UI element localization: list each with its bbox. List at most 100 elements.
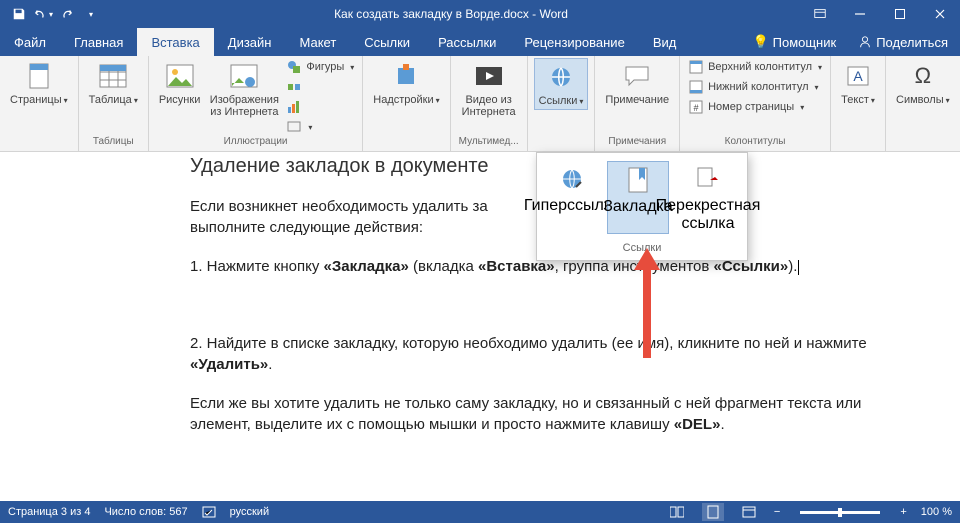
maximize-icon[interactable]: [880, 0, 920, 28]
chart-button[interactable]: [284, 98, 356, 116]
page-icon: [23, 60, 55, 92]
hyperlink-button[interactable]: Гиперссылка: [541, 161, 603, 234]
illus-small-buttons: Фигуры▾ ▾: [284, 58, 356, 136]
links-dropdown-label: Ссылки: [537, 238, 747, 260]
group-media: Видео из Интернета Мультимед...: [451, 56, 528, 151]
web-layout-icon[interactable]: [738, 503, 760, 521]
omega-icon: Ω: [907, 60, 939, 92]
tab-layout[interactable]: Макет: [285, 28, 350, 56]
group-media-label: Мультимед...: [457, 136, 521, 149]
qat-customize-icon[interactable]: ▾: [80, 3, 102, 25]
share-label: Поделиться: [876, 35, 948, 50]
pages-button[interactable]: Страницы▾: [6, 58, 72, 108]
header-icon: [688, 59, 704, 75]
bookmark-icon: [622, 164, 654, 196]
video-icon: [473, 60, 505, 92]
tell-me-label: Помощник: [773, 35, 837, 50]
pictures-label: Рисунки: [159, 94, 201, 106]
tab-references[interactable]: Ссылки: [350, 28, 424, 56]
zoom-slider[interactable]: [800, 511, 880, 514]
online-pictures-label: Изображения из Интернета: [210, 94, 279, 118]
ribbon: Страницы▾ Таблица▾ Таблицы Рисунки Изобр…: [0, 56, 960, 152]
save-icon[interactable]: [8, 3, 30, 25]
shapes-label: Фигуры: [306, 61, 344, 73]
shapes-button[interactable]: Фигуры▾: [284, 58, 356, 76]
page-content: Удаление закладок в документе Если возни…: [0, 152, 960, 435]
footer-icon: [688, 79, 704, 95]
spellcheck-icon[interactable]: [202, 505, 216, 519]
table-icon: [97, 60, 129, 92]
share-button[interactable]: Поделиться: [846, 35, 960, 50]
group-links: Ссылки▾: [528, 56, 596, 151]
tab-view[interactable]: Вид: [639, 28, 691, 56]
close-icon[interactable]: [920, 0, 960, 28]
comment-label: Примечание: [605, 94, 669, 106]
svg-text:A: A: [853, 68, 863, 84]
tab-insert[interactable]: Вставка: [137, 28, 213, 56]
link-icon: [545, 61, 577, 93]
comment-icon: [621, 60, 653, 92]
zoom-in-icon[interactable]: +: [900, 506, 906, 518]
smartart-button[interactable]: [284, 78, 356, 96]
screenshot-button[interactable]: ▾: [284, 118, 356, 136]
doc-para-4: Если же вы хотите удалить не только саму…: [190, 393, 900, 435]
group-text: A Текст▾: [831, 56, 886, 151]
table-button[interactable]: Таблица▾: [85, 58, 142, 108]
symbols-button[interactable]: Ω Символы▾: [892, 58, 954, 108]
table-label: Таблица: [89, 94, 132, 106]
titlebar: ▾ ▾ Как создать закладку в Ворде.docx - …: [0, 0, 960, 28]
online-pictures-button[interactable]: Изображения из Интернета: [208, 58, 280, 120]
shapes-icon: [286, 59, 302, 75]
addins-icon: [390, 60, 422, 92]
header-label: Верхний колонтитул: [708, 61, 812, 73]
crossref-label: Перекрестная ссылка: [656, 197, 761, 232]
links-label: Ссылки: [539, 95, 578, 107]
smartart-icon: [286, 79, 302, 95]
crossref-button[interactable]: Перекрестная ссылка: [673, 161, 743, 234]
pagenum-icon: #: [688, 99, 704, 115]
tab-review[interactable]: Рецензирование: [510, 28, 638, 56]
print-layout-icon[interactable]: [702, 503, 724, 521]
zoom-level[interactable]: 100 %: [921, 506, 952, 518]
links-button[interactable]: Ссылки▾: [534, 58, 589, 110]
status-page[interactable]: Страница 3 из 4: [8, 506, 90, 518]
chart-icon: [286, 99, 302, 115]
status-words[interactable]: Число слов: 567: [104, 506, 187, 518]
tab-file[interactable]: Файл: [0, 28, 60, 56]
group-pages-label: [6, 136, 72, 149]
ribbon-options-icon[interactable]: [800, 0, 840, 28]
group-symbols: Ω Символы▾: [886, 56, 960, 151]
comment-button[interactable]: Примечание: [601, 58, 673, 108]
tab-design[interactable]: Дизайн: [214, 28, 286, 56]
online-video-button[interactable]: Видео из Интернета: [457, 58, 521, 120]
textbox-button[interactable]: A Текст▾: [837, 58, 879, 108]
tab-home[interactable]: Главная: [60, 28, 137, 56]
quick-access-toolbar: ▾ ▾: [0, 3, 102, 25]
redo-icon[interactable]: [56, 3, 78, 25]
group-illustrations: Рисунки Изображения из Интернета Фигуры▾…: [149, 56, 363, 151]
status-bar: Страница 3 из 4 Число слов: 567 русский …: [0, 501, 960, 523]
page-number-button[interactable]: #Номер страницы▾: [686, 98, 824, 116]
status-language[interactable]: русский: [230, 506, 269, 518]
group-comments-label: Примечания: [601, 136, 673, 149]
group-illustrations-label: Иллюстрации: [155, 136, 356, 149]
zoom-out-icon[interactable]: −: [774, 506, 780, 518]
document-area[interactable]: Удаление закладок в документе Если возни…: [0, 152, 960, 501]
footer-button[interactable]: Нижний колонтитул▾: [686, 78, 824, 96]
addins-button[interactable]: Надстройки▾: [369, 58, 443, 108]
footer-label: Нижний колонтитул: [708, 81, 808, 93]
online-video-label: Видео из Интернета: [461, 94, 517, 118]
undo-icon[interactable]: ▾: [32, 3, 54, 25]
tell-me[interactable]: 💡 Помощник: [742, 34, 846, 50]
minimize-icon[interactable]: [840, 0, 880, 28]
screenshot-icon: [286, 119, 302, 135]
hyperlink-icon: [556, 163, 588, 195]
lightbulb-icon: 💡: [752, 34, 768, 50]
svg-text:#: #: [694, 103, 699, 113]
pagenum-label: Номер страницы: [708, 101, 794, 113]
header-button[interactable]: Верхний колонтитул▾: [686, 58, 824, 76]
pictures-button[interactable]: Рисунки: [155, 58, 205, 108]
group-header-footer: Верхний колонтитул▾ Нижний колонтитул▾ #…: [680, 56, 831, 151]
read-mode-icon[interactable]: [666, 503, 688, 521]
tab-mailings[interactable]: Рассылки: [424, 28, 510, 56]
